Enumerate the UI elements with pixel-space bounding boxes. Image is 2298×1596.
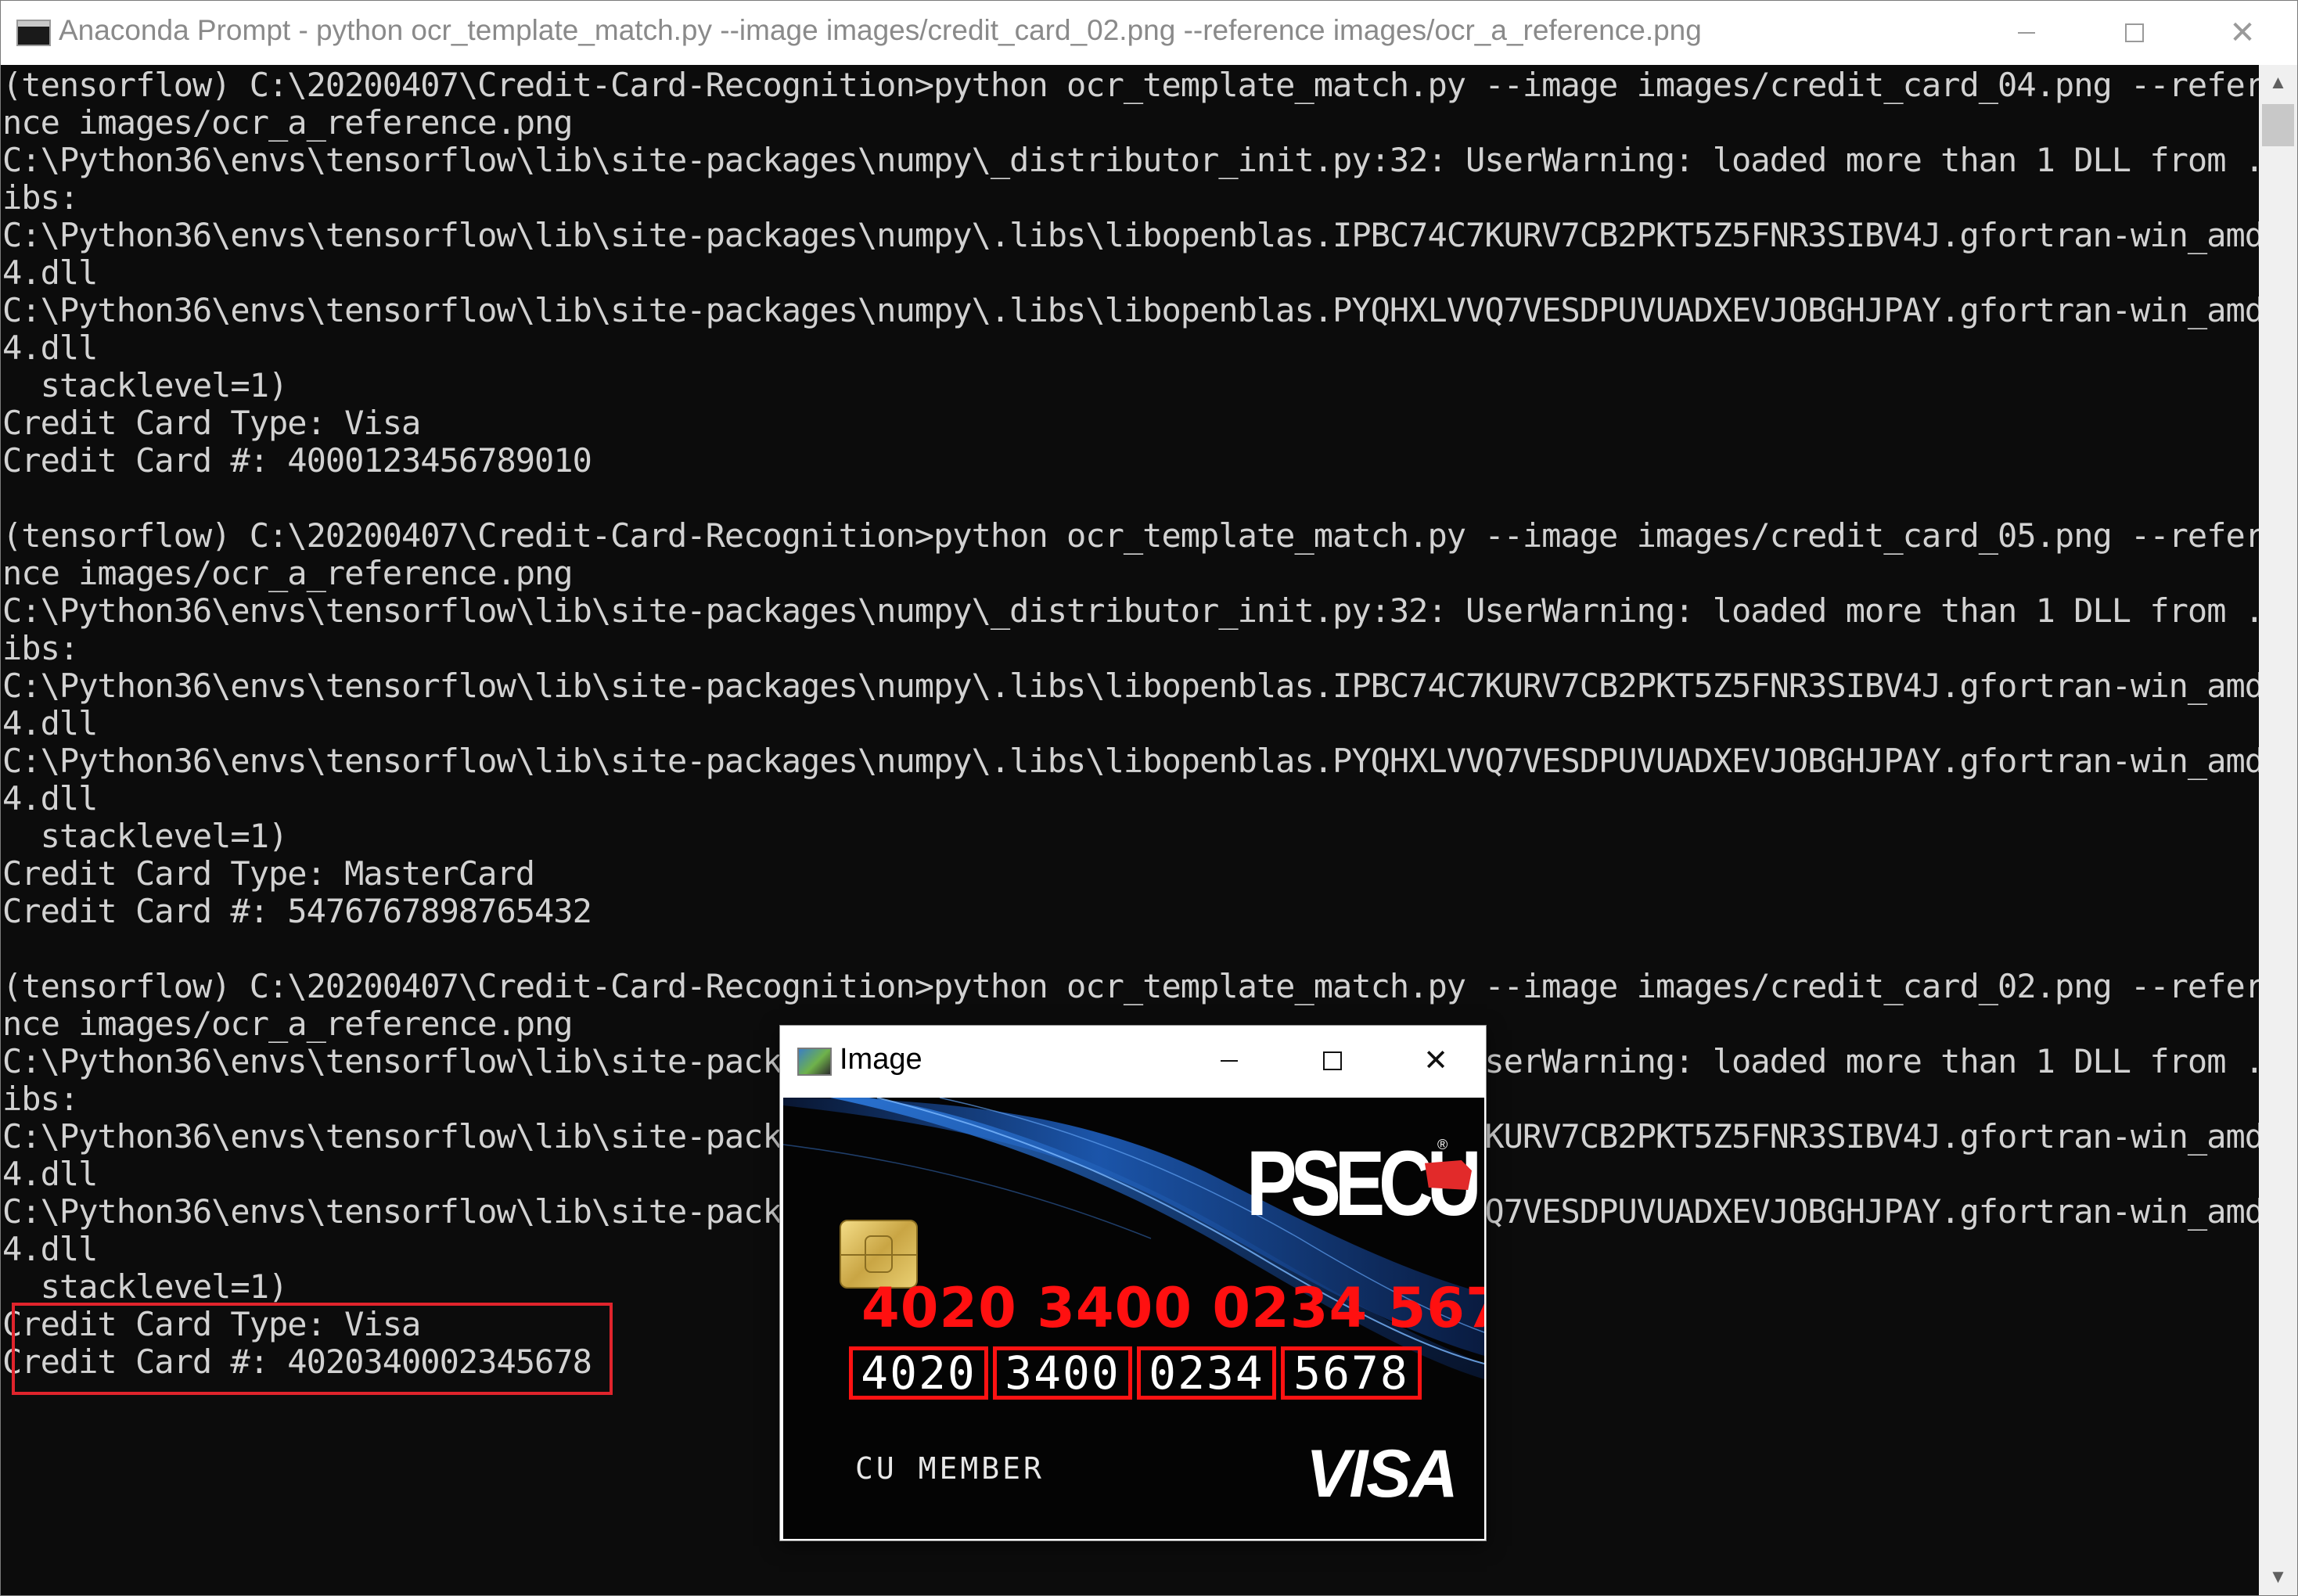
scrollbar-thumb[interactable] (2262, 104, 2294, 146)
image-app-icon (797, 1048, 832, 1076)
console-line: Credit Card #: 4000123456789010 (2, 442, 592, 480)
minimize-icon (2018, 32, 2035, 34)
maximize-icon (1323, 1051, 1342, 1070)
console-line: stacklevel=1) (2, 367, 289, 404)
console-line: 4.dll (2, 780, 98, 818)
maximize-button[interactable] (2080, 1, 2188, 65)
registered-mark: ® (1437, 1137, 1448, 1152)
console-line: nce images/ocr_a_reference.png (2, 555, 574, 592)
console-line: ibs: (2, 179, 79, 217)
cu-member-label: CU MEMBER (855, 1451, 1045, 1486)
console-line: 4.dll (2, 329, 98, 367)
console-line: Credit Card Type: MasterCard (2, 855, 535, 893)
console-line: nce images/ocr_a_reference.png (2, 104, 574, 142)
result-highlight-box (12, 1303, 613, 1395)
console-line: C:\Python36\envs\tensorflow\lib\site-pac… (2, 217, 2259, 254)
credit-card-image: PSECU ® 4020 3400 0234 5678 4020 3400 02… (783, 1098, 1484, 1539)
console-line: C:\Python36\envs\tensorflow\lib\site-pac… (2, 292, 2259, 329)
console-line: 4.dll (2, 705, 98, 742)
visa-logo: VISA (1306, 1436, 1458, 1512)
digit-group-box: 0234 (1137, 1346, 1276, 1400)
scroll-up-arrow-icon[interactable]: ▲ (2259, 65, 2297, 101)
digit-group-box: 4020 (849, 1346, 988, 1400)
image-window: Image ✕ PSECU ® 4020 3400 0234 5678 4020… (779, 1025, 1487, 1541)
console-line: C:\Python36\envs\tensorflow\lib\site-pac… (2, 667, 2259, 705)
image-close-button[interactable]: ✕ (1384, 1026, 1487, 1096)
image-minimize-button[interactable] (1178, 1026, 1281, 1096)
console-line: C:\Python36\envs\tensorflow\lib\site-pac… (2, 742, 2259, 780)
console-line: ibs: (2, 630, 79, 667)
image-maximize-button[interactable] (1281, 1026, 1384, 1096)
minimize-icon (1221, 1060, 1238, 1062)
maximize-icon (2125, 23, 2144, 42)
console-line: Credit Card #: 5476767898765432 (2, 893, 592, 930)
console-line: (tensorflow) C:\20200407\Credit-Card-Rec… (2, 66, 2259, 104)
image-window-titlebar[interactable]: Image ✕ (780, 1026, 1486, 1096)
image-window-title: Image (840, 1043, 922, 1076)
console-titlebar[interactable]: Anaconda Prompt - python ocr_template_ma… (1, 1, 2297, 65)
console-line: 4.dll (2, 254, 98, 292)
close-button[interactable]: ✕ (2188, 1, 2296, 65)
console-line: (tensorflow) C:\20200407\Credit-Card-Rec… (2, 968, 2259, 1005)
psecu-keystone-icon (1425, 1160, 1472, 1190)
console-line: C:\Python36\envs\tensorflow\lib\site-pac… (2, 142, 2259, 179)
console-app-icon (16, 20, 51, 46)
console-line: Credit Card Type: Visa (2, 404, 421, 442)
console-line: stacklevel=1) (2, 818, 289, 855)
digit-group-box: 3400 (993, 1346, 1132, 1400)
close-icon: ✕ (1423, 1044, 1448, 1077)
console-line: (tensorflow) C:\20200407\Credit-Card-Rec… (2, 517, 2259, 555)
vertical-scrollbar[interactable]: ▲ ▼ (2259, 65, 2297, 1595)
digit-group-box: 5678 (1281, 1346, 1422, 1400)
minimize-button[interactable] (1973, 1, 2080, 65)
console-line: C:\Python36\envs\tensorflow\lib\site-pac… (2, 592, 2259, 630)
close-icon: ✕ (2229, 16, 2256, 50)
ocr-result-number: 4020 3400 0234 5678 (861, 1276, 1484, 1340)
window-title: Anaconda Prompt - python ocr_template_ma… (59, 14, 1702, 46)
scroll-down-arrow-icon[interactable]: ▼ (2259, 1559, 2297, 1595)
